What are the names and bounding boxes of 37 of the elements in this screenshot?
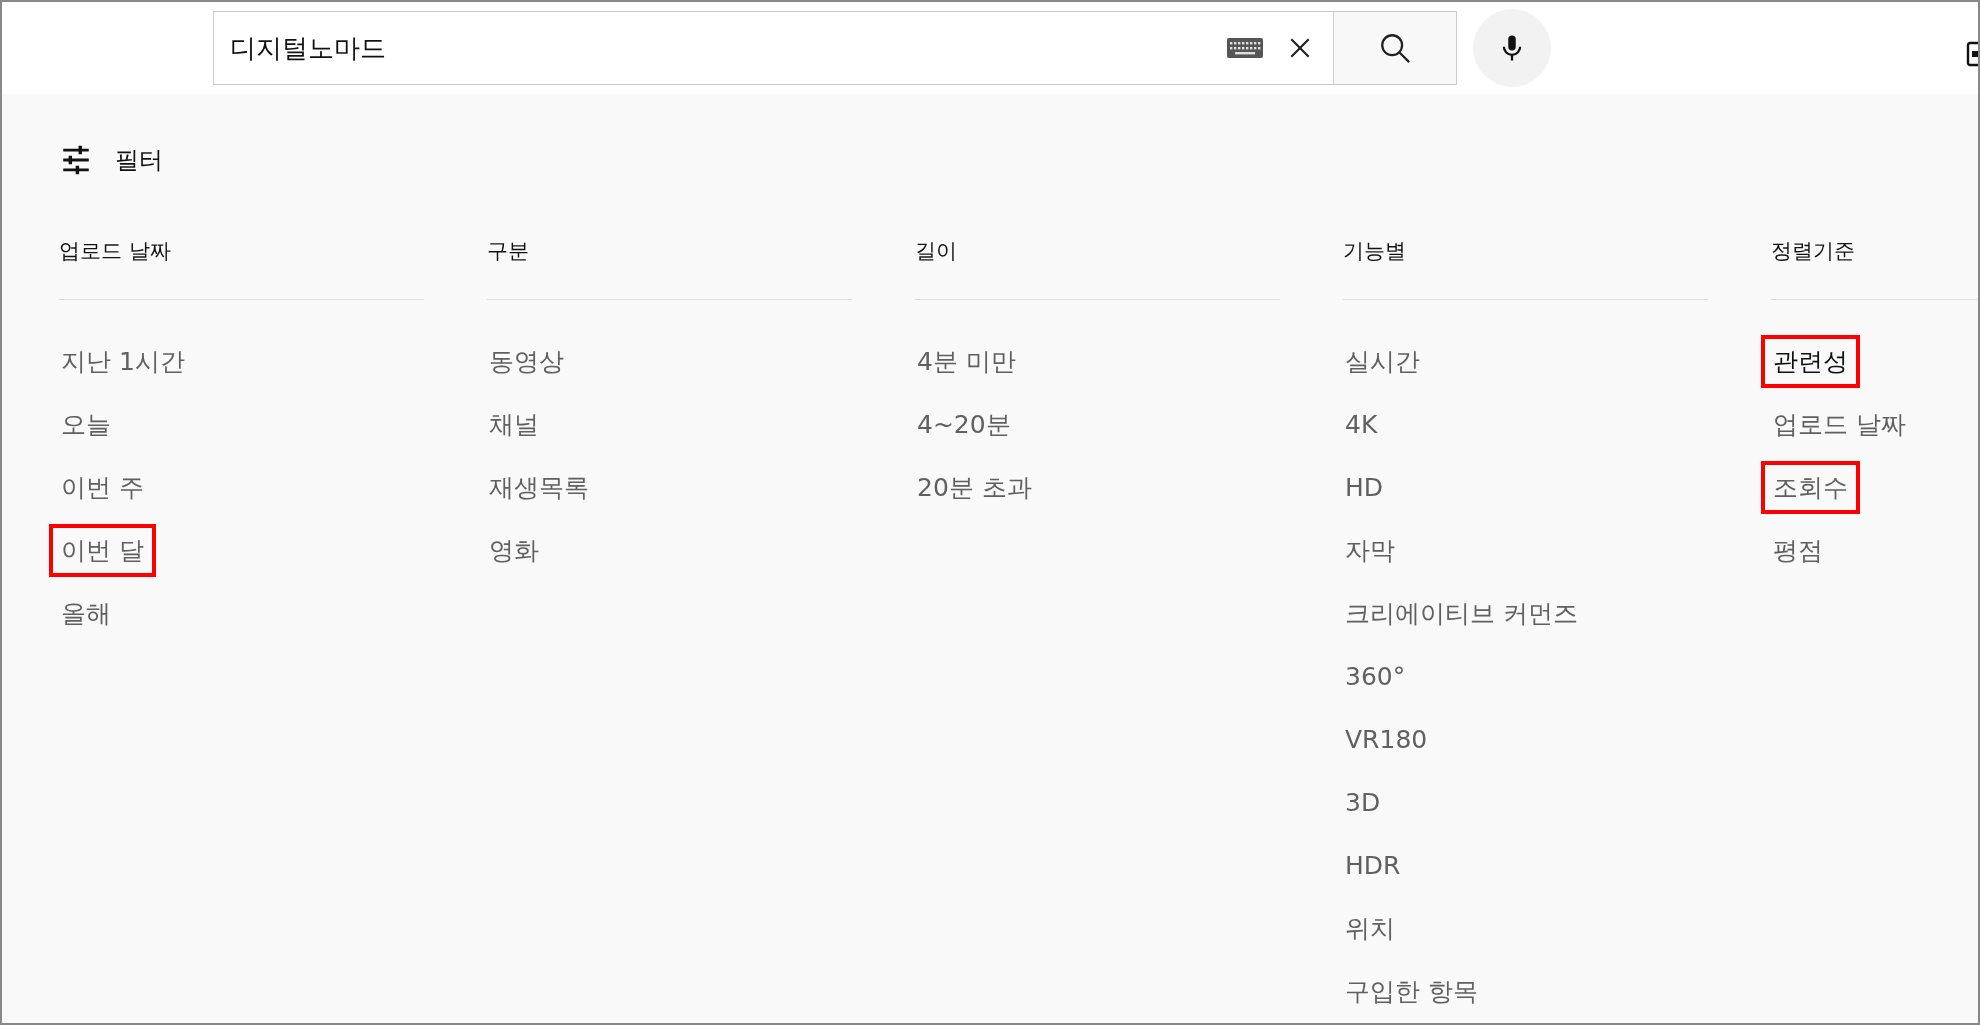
- filter-option[interactable]: 위치: [1333, 902, 1407, 955]
- filter-option[interactable]: 오늘: [49, 398, 123, 451]
- search-button[interactable]: [1333, 11, 1457, 85]
- filter-option[interactable]: 올해: [49, 587, 123, 640]
- filter-option[interactable]: 조회수: [1761, 461, 1860, 514]
- filter-option[interactable]: HDR: [1333, 841, 1413, 890]
- filter-group-title: 길이: [915, 238, 958, 265]
- filter-group-title: 업로드 날짜: [59, 238, 172, 265]
- filter-option[interactable]: 이번 주: [49, 461, 156, 514]
- filter-group-title: 정렬기준: [1771, 238, 1856, 265]
- filter-option[interactable]: 동영상: [477, 335, 576, 388]
- filter-option[interactable]: 자막: [1333, 524, 1407, 577]
- filter-option[interactable]: 재생목록: [477, 461, 601, 514]
- filter-option[interactable]: 이번 달: [49, 524, 156, 577]
- search-field[interactable]: 디지털노마드: [213, 11, 1333, 85]
- filter-option[interactable]: 4분 미만: [905, 335, 1028, 388]
- filter-group-title: 기능별: [1343, 238, 1407, 265]
- filter-option[interactable]: 4~20분: [905, 398, 1023, 451]
- filter-option[interactable]: 구입한 항목: [1333, 965, 1490, 1018]
- filter-group-title: 구분: [487, 238, 530, 265]
- filter-option[interactable]: 영화: [477, 524, 551, 577]
- filter-option[interactable]: 채널: [477, 398, 551, 451]
- filter-option[interactable]: VR180: [1333, 715, 1440, 764]
- keyboard-icon[interactable]: [1227, 38, 1263, 58]
- filter-option[interactable]: 평점: [1761, 524, 1835, 577]
- filter-option[interactable]: 크리에이티브 커먼즈: [1333, 587, 1590, 640]
- filter-option[interactable]: 4K: [1333, 400, 1390, 449]
- filter-option[interactable]: 업로드 날짜: [1761, 398, 1918, 451]
- filter-option[interactable]: 실시간: [1333, 335, 1432, 388]
- search-icon: [1378, 31, 1412, 65]
- filter-option[interactable]: 20분 초과: [905, 461, 1044, 514]
- filter-option[interactable]: 관련성: [1761, 335, 1860, 388]
- filter-option[interactable]: 3D: [1333, 778, 1393, 827]
- filter-label[interactable]: 필터: [115, 143, 163, 176]
- filter-option[interactable]: 360°: [1333, 652, 1418, 701]
- filter-option[interactable]: HD: [1333, 463, 1396, 512]
- filter-option[interactable]: 지난 1시간: [49, 335, 197, 388]
